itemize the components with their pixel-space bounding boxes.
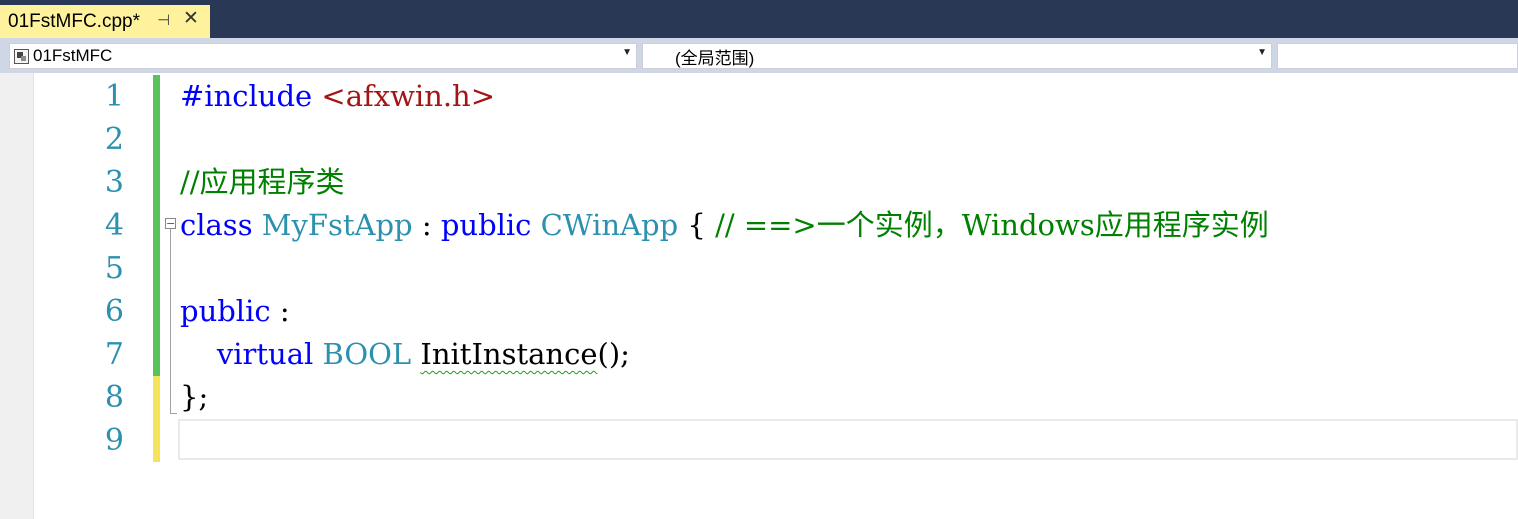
code-editor[interactable]: 1 2 3 4 5 6 7 8 9 − #include <afxwin.h> … <box>0 73 1518 519</box>
collapse-icon[interactable]: − <box>165 218 176 229</box>
line-number: 6 <box>104 294 124 329</box>
code-line-4: class MyFstApp : public CWinApp { // ==>… <box>180 204 1269 247</box>
function-name: InitInstance <box>420 337 598 371</box>
keyword: public <box>180 294 271 328</box>
project-dropdown-value: 01FstMFC <box>33 46 113 65</box>
preprocessor-directive: #include <box>180 79 322 113</box>
outline-guide <box>170 229 171 414</box>
line-number: 2 <box>104 122 124 157</box>
type-name: BOOL <box>313 337 412 371</box>
pin-icon[interactable]: ⊣ <box>157 11 170 29</box>
punctuation: : <box>412 208 441 242</box>
line-number: 5 <box>104 251 124 286</box>
keyword: public <box>440 208 532 242</box>
punctuation: (); <box>597 337 630 371</box>
scope-dropdown[interactable]: (全局范围) ▼ <box>642 43 1272 69</box>
line-number: 3 <box>104 165 124 200</box>
close-icon[interactable]: ✕ <box>183 7 199 29</box>
outline-guide-end <box>170 413 177 414</box>
project-icon <box>14 48 29 64</box>
code-line-7: virtual BOOL InitInstance(); <box>180 333 630 376</box>
document-tab[interactable]: 01FstMFC.cpp* ⊣ ✕ <box>0 5 210 38</box>
keyword: class <box>180 208 253 242</box>
punctuation: }; <box>180 380 209 414</box>
code-line-3: //应用程序类 <box>180 161 345 204</box>
code-line-1: #include <afxwin.h> <box>180 75 495 118</box>
base-class-name: CWinApp <box>531 208 679 242</box>
keyword: virtual <box>216 337 314 371</box>
comment: // ==>一个实例，Windows应用程序实例 <box>715 208 1269 242</box>
project-dropdown[interactable]: 01FstMFC ▼ <box>9 43 637 69</box>
line-number: 1 <box>104 79 124 114</box>
chevron-down-icon[interactable]: ▼ <box>1257 47 1267 58</box>
unsaved-change-marker <box>153 376 160 462</box>
code-line-8: }; <box>180 376 208 419</box>
punctuation: { <box>678 208 716 242</box>
comment: //应用程序类 <box>180 165 345 199</box>
line-number: 4 <box>104 208 124 243</box>
scope-dropdown-value: (全局范围) <box>675 48 755 68</box>
navigation-bar: 01FstMFC ▼ (全局范围) ▼ <box>0 38 1518 73</box>
class-name: MyFstApp <box>252 208 413 242</box>
tab-title: 01FstMFC.cpp* <box>8 10 140 32</box>
include-path: <afxwin.h> <box>321 79 496 113</box>
punctuation: : <box>270 294 290 328</box>
line-number: 8 <box>104 380 124 415</box>
document-tab-bar: 01FstMFC.cpp* ⊣ ✕ <box>0 0 1518 38</box>
saved-change-marker <box>153 75 160 376</box>
code-line-6: public : <box>180 290 290 333</box>
selection-margin <box>0 73 34 519</box>
line-number: 7 <box>104 337 124 372</box>
line-number: 9 <box>104 423 124 458</box>
chevron-down-icon[interactable]: ▼ <box>622 47 632 58</box>
current-line-highlight <box>178 419 1518 460</box>
member-dropdown[interactable] <box>1277 43 1518 69</box>
